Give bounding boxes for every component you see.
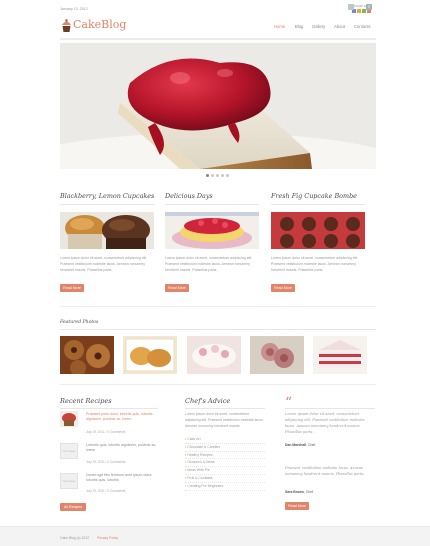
testimonial-author: Dan Marshall, Chef [285, 443, 316, 447]
advice-link[interactable]: Chocolate & Candies [185, 444, 265, 452]
footer: Cake Blog (c) 2012 Privacy Policy [0, 526, 430, 546]
advice-link[interactable]: Occasion & Ideas [185, 459, 265, 468]
feature-title[interactable]: Fresh Fig Cupcake Bombe [271, 192, 357, 201]
featured-photo[interactable] [123, 336, 177, 374]
read-more-button[interactable]: Read More [165, 284, 189, 292]
advice-link[interactable]: Ideas With Pie [185, 467, 265, 475]
section-divider [60, 306, 376, 307]
recipe-no-image[interactable]: No image [60, 473, 78, 489]
layered-cake-photo [313, 336, 367, 374]
feature-image-cupcakes[interactable] [60, 212, 154, 249]
chefs-advice-list: Cake Art Chocolate & Candies Healthy Rec… [185, 436, 265, 491]
testimonial-text: Praesent vestibulum molestie lacus. Aene… [285, 466, 365, 476]
hero-slider[interactable] [60, 43, 376, 169]
featured-photo[interactable] [313, 336, 367, 374]
footer-copyright: Cake Blog (c) 2012 [60, 536, 90, 540]
featured-photo[interactable] [250, 336, 304, 374]
recipe-link[interactable]: Praesent justo dolor, lobortis quis, lob… [86, 412, 158, 422]
nav-home[interactable]: Home [274, 24, 285, 30]
twitter-icon[interactable] [348, 4, 354, 10]
chefs-advice-title: Chef's Advice [185, 397, 231, 405]
chefs-advice-divider [185, 408, 265, 409]
recipe-link[interactable]: Donec sgit fibo ferribum anet ipsum dolo… [86, 473, 158, 483]
logo-text: CakeBlog [73, 18, 127, 31]
nav-gallery[interactable]: Gallery [312, 24, 325, 30]
featured-photo[interactable] [187, 336, 241, 374]
advice-link[interactable]: Cake Art [185, 436, 265, 444]
feature-text: Lorem ipsum dolor sit amet, consectetuer… [271, 256, 359, 272]
feature-text: Lorem ipsum dolor sit amet, consectetuer… [165, 256, 253, 272]
cupcake-thumbnail-image [60, 411, 78, 427]
slider-dot[interactable] [211, 174, 214, 177]
all-recipes-button[interactable]: All Recipes [60, 503, 86, 511]
feature-divider [60, 204, 154, 205]
berry-tart-image [165, 212, 259, 249]
nav-blog[interactable]: Blog [295, 24, 303, 30]
slider-dot[interactable] [206, 174, 209, 177]
swatch-orange[interactable] [357, 9, 361, 13]
cupcakes-image [60, 212, 154, 249]
advice-link[interactable]: Fruit & Cocktails [185, 475, 265, 483]
recipe-link[interactable]: Lobortis quis, lobortis dignissim, pulvi… [86, 443, 158, 453]
testimonial-author-role: Chef [308, 443, 316, 447]
recipe-no-image[interactable]: No image [60, 443, 78, 459]
slider-dot[interactable] [221, 174, 224, 177]
recipe-meta: July 29, 2011 / 0 Comments [86, 430, 126, 434]
feature-image-bombe[interactable] [271, 212, 365, 249]
roses-photo [250, 336, 304, 374]
logo[interactable]: CakeBlog [60, 18, 126, 34]
recent-recipes-title: Recent Recipes [60, 397, 112, 405]
header-date: January 13, 2012 [60, 7, 88, 11]
feature-divider [165, 204, 259, 205]
nav-about[interactable]: About [334, 24, 345, 30]
slider-dot[interactable] [226, 174, 229, 177]
testimonials-divider [285, 408, 375, 409]
chefs-advice-intro: Lorem ipsum dolor sit amet, consectetuer… [185, 412, 264, 428]
recipe-thumbnail[interactable] [60, 411, 78, 427]
main-nav: Home Blog Gallery About Contacts [270, 24, 376, 32]
section-divider [60, 384, 376, 385]
cupcake-logo-icon [62, 19, 71, 32]
donuts-photo [60, 336, 114, 374]
feature-image-tart[interactable] [165, 212, 259, 249]
feature-title[interactable]: Blackberry, Lemon Cupcakes [60, 192, 154, 201]
recent-recipes-divider [60, 408, 158, 409]
recipe-meta: July 29, 2011 / 0 Comments [86, 460, 126, 464]
nav-contacts[interactable]: Contacts [354, 24, 371, 30]
header-divider [60, 38, 376, 40]
testimonial-author-name: Dan Marshall [285, 443, 307, 447]
recipe-meta: July 29, 2011 / 0 Comments [86, 489, 126, 493]
advice-link[interactable]: Healthy Recipes [185, 452, 265, 460]
read-more-button[interactable]: Read More [285, 502, 309, 510]
wedding-cake-photo [187, 336, 241, 374]
featured-photo[interactable] [60, 336, 114, 374]
facebook-icon[interactable]: f [366, 4, 372, 10]
footer-privacy-link[interactable]: Privacy Policy [97, 536, 118, 541]
testimonial-text: Lorem ipsum dolor sit amet, consectetuer… [285, 412, 365, 434]
testimonial-author-role: Chef [305, 490, 313, 494]
featured-photos-divider [60, 329, 376, 330]
feature-divider [271, 204, 365, 205]
featured-photos-title: Featured Photos [60, 320, 99, 325]
muffins-photo [123, 336, 177, 374]
slider-pagination[interactable] [206, 174, 236, 178]
slider-dot[interactable] [216, 174, 219, 177]
feature-text: Lorem ipsum dolor sit amet, consectetuer… [60, 256, 148, 272]
testimonial-author-name: Sara Brown [285, 490, 304, 494]
advice-link[interactable]: Creating For Beginners [185, 483, 265, 491]
testimonial-author: Sara Brown, Chef [285, 490, 313, 494]
cheesecake-hero-image [60, 43, 376, 169]
chocolate-bombe-image [271, 212, 365, 249]
feature-title[interactable]: Delicious Days [165, 192, 213, 201]
read-more-button[interactable]: Read More [60, 284, 84, 292]
read-more-button[interactable]: Read More [271, 284, 295, 292]
